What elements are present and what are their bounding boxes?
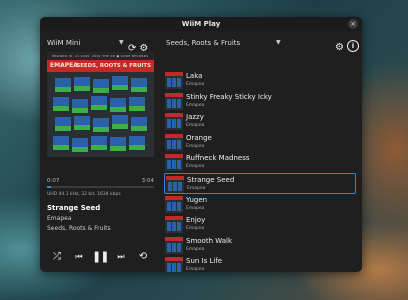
track-title: Sun Is Life [186,257,223,266]
audio-format: UHD 44.1 kHz, 32 bit, 1634 kbps [47,192,121,197]
track-title: Jazzy [186,113,204,122]
track-thumbnail [165,72,183,89]
track-title: Orange [186,133,212,142]
now-playing-artist: Emapea [47,215,72,222]
transport-controls: ⤮ ⏮ ❚❚ ⏭ ⟲ [50,249,154,265]
track-row[interactable]: Strange Seed Emapea [164,172,356,194]
info-icon[interactable]: i [347,39,359,52]
duration-time: 3:04 [141,178,154,184]
track-artist: Emapea [186,164,205,170]
track-thumbnail [165,236,183,254]
repeat-button[interactable]: ⟲ [136,249,150,265]
wiim-play-window: WiiM Play × WiiM Mini ▼ ⟳ ⚙ ERONDO ID: 21… [40,17,362,272]
track-row[interactable]: Enjoy Emapea [164,214,356,235]
track-row[interactable]: Ruffneck Madness Emapea [164,152,356,173]
track-title: Stinky Freaky Sticky Icky [186,92,272,101]
chevron-down-icon: ▼ [119,39,124,46]
track-thumbnail [165,216,183,234]
track-title: Smooth Walk [186,236,232,245]
track-artist: Emapea [186,123,205,129]
track-artist: Emapea [186,143,205,149]
album-art-title: SEEDS, ROOTS & FRUITS [76,63,151,69]
track-title: Enjoy [186,216,206,225]
track-title: Yugen [186,195,208,204]
track-row[interactable]: Orange Emapea [164,132,356,153]
track-row[interactable]: Yugen Emapea [164,194,356,215]
track-title: Strange Seed [187,175,235,184]
playback-times: 0:07 3:04 [47,177,154,185]
shuffle-button[interactable]: ⤮ [50,249,64,265]
track-row[interactable]: Laka Emapea [164,70,356,91]
window-title: WiiM Play [181,20,221,28]
player-panel: WiiM Mini ▼ ⟳ ⚙ ERONDO ID: 21 2020, 2022 … [40,31,160,272]
album-selector-label: Seeds, Roots & Fruits [166,39,241,47]
pause-button[interactable]: ❚❚ [92,249,109,265]
album-art-pattern [47,72,154,157]
track-row[interactable]: Jazzy Emapea [164,111,356,132]
track-artist: Emapea [186,205,205,211]
track-artist: Emapea [186,82,205,87]
gear-icon[interactable]: ⚙ [335,42,344,54]
track-artist: Emapea [186,267,205,272]
now-playing-title: Strange Seed [47,204,101,212]
album-selector[interactable]: Seeds, Roots & Fruits ▼ [166,37,281,49]
album-art: ERONDO ID: 21 2020, 2022 THE CD ● CODE R… [47,52,154,157]
track-row[interactable]: Smooth Walk Emapea [164,235,356,256]
track-title: Laka [186,72,203,80]
next-button[interactable]: ⏭ [114,249,128,265]
chevron-down-icon: ▼ [276,39,281,46]
album-art-top-text: ERONDO ID: 21 2020, 2022 THE CD ● CODE R… [47,52,154,60]
track-thumbnail [165,257,183,272]
seek-bar[interactable] [47,186,154,188]
seek-bar-fill [47,186,52,188]
album-art-banner: EMAPEA SEEDS, ROOTS & FRUITS [47,60,154,72]
elapsed-time: 0:07 [47,178,60,184]
title-bar[interactable]: WiiM Play × [40,17,362,31]
now-playing-album: Seeds, Roots & Fruits [47,225,111,232]
track-artist: Emapea [186,102,205,108]
track-row[interactable]: Stinky Freaky Sticky Icky Emapea [164,91,356,112]
device-name: WiiM Mini [47,39,81,47]
track-thumbnail [165,133,183,151]
track-thumbnail [165,113,183,131]
playlist-panel: Seeds, Roots & Fruits ▼ ⚙ i Laka Emapea Sti… [161,31,362,272]
device-selector[interactable]: WiiM Mini ▼ [47,37,127,49]
track-artist: Emapea [186,246,205,252]
previous-button[interactable]: ⏮ [72,249,86,265]
track-thumbnail [165,92,183,110]
track-thumbnail [166,175,184,193]
track-artist: Emapea [187,185,206,191]
track-title: Ruffneck Madness [186,154,250,163]
close-button[interactable]: × [348,19,358,29]
track-thumbnail [165,154,183,172]
track-thumbnail [165,195,183,213]
track-row[interactable]: Sun Is Life Emapea [164,255,356,272]
track-artist: Emapea [186,226,205,232]
track-list: Laka Emapea Stinky Freaky Sticky Icky Emape… [164,70,356,272]
album-art-brand: EMAPEA [50,62,78,69]
